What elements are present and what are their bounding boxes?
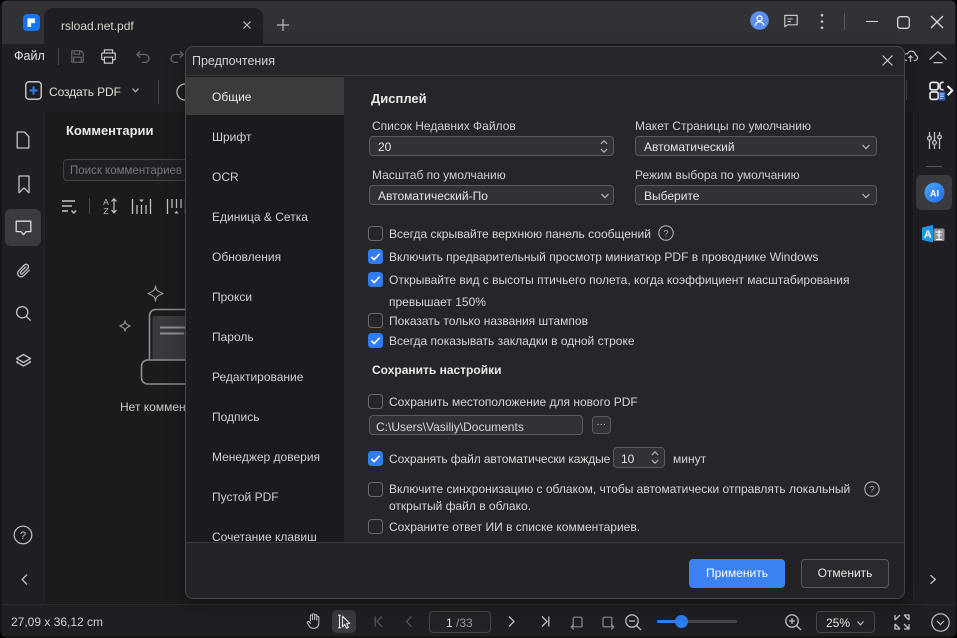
svg-text:A: A	[924, 229, 932, 241]
svg-text:AI: AI	[930, 188, 939, 198]
svg-text:?: ?	[663, 229, 668, 240]
svg-text:Z: Z	[103, 206, 108, 215]
svg-text:?: ?	[869, 485, 874, 496]
svg-text:?: ?	[20, 530, 26, 542]
